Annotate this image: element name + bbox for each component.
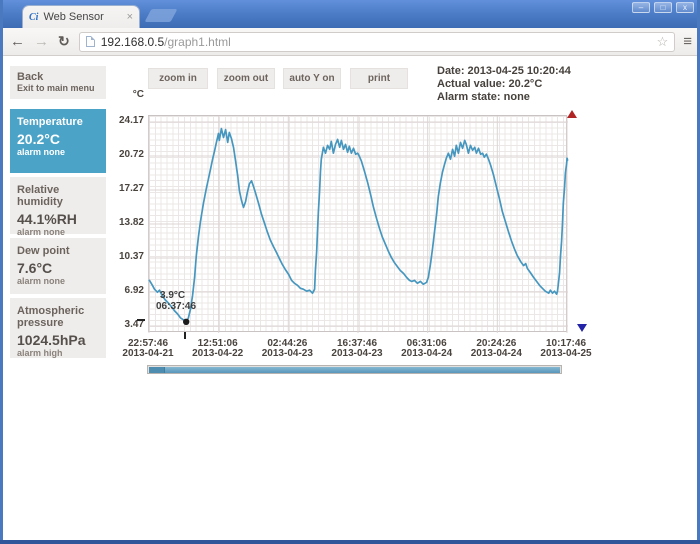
y-axis-tick-label: 20.72 <box>118 149 144 160</box>
print-button[interactable]: print <box>350 68 408 89</box>
cursor-point-marker <box>183 318 190 325</box>
status-alarm: Alarm state: none <box>437 91 530 103</box>
cursor-y-tick <box>137 319 145 321</box>
channel-alarm: alarm none <box>17 147 66 157</box>
x-axis-tick-label: 16:37:46 2013-04-23 <box>331 338 383 359</box>
browser-toolbar: ← → ↻ 192.168.0.5 /graph1.html ☆ ≡ <box>0 28 700 56</box>
channel-value: 20.2°C <box>17 131 60 147</box>
channel-label: Relative humidity <box>17 184 63 208</box>
status-date: Date: 2013-04-25 10:20:44 <box>437 65 571 77</box>
y-axis-unit: °C <box>132 89 144 100</box>
maximize-button[interactable]: □ <box>654 2 672 13</box>
x-axis-tick-label: 02:44:26 2013-04-23 <box>261 338 313 359</box>
channel-alarm: alarm none <box>17 276 66 286</box>
scrollbar-grip[interactable] <box>149 367 165 373</box>
status-value: Actual value: 20.2°C <box>437 78 543 90</box>
plot-canvas <box>148 116 569 333</box>
browser-window: Ci Web Sensor × – □ x ← → ↻ 192.168.0.5 … <box>0 0 700 544</box>
url-host: 192.168.0.5 <box>100 34 165 49</box>
plot-area[interactable] <box>148 115 569 333</box>
y-axis-tick-label: 10.37 <box>118 251 144 262</box>
sidebar-item-humidity[interactable]: Relative humidity 44.1%RH alarm none <box>10 177 106 237</box>
cursor-x-tick <box>184 332 186 339</box>
window-border-bottom <box>0 540 700 544</box>
menu-icon[interactable]: ≡ <box>683 33 692 50</box>
page-icon <box>85 36 95 47</box>
close-button[interactable]: x <box>676 2 694 13</box>
new-tab-button[interactable] <box>144 9 178 22</box>
y-scale-down-arrow[interactable] <box>577 324 587 332</box>
sidebar-item-pressure[interactable]: Atmospheric pressure 1024.5hPa alarm hig… <box>10 298 106 358</box>
back-icon[interactable]: ← <box>10 33 25 50</box>
y-scale-up-arrow[interactable] <box>567 110 577 118</box>
cursor-value-label: 3.9°C <box>160 290 186 301</box>
minimize-button[interactable]: – <box>632 2 650 13</box>
title-bar: Ci Web Sensor × – □ x <box>0 0 700 28</box>
x-axis-tick-label: 20:24:26 2013-04-24 <box>470 338 522 359</box>
zoom-out-button[interactable]: zoom out <box>217 68 275 89</box>
y-axis-tick-label: 24.17 <box>118 115 144 126</box>
sidebar-item-dew-point[interactable]: Dew point 7.6°C alarm none <box>10 238 106 294</box>
x-axis-tick-label: 12:51:06 2013-04-22 <box>192 338 244 359</box>
site-favicon: Ci <box>29 11 39 23</box>
channel-label: Atmospheric pressure <box>17 305 85 329</box>
status-block: Date: 2013-04-25 10:20:44 Actual value: … <box>437 65 571 104</box>
zoom-in-button[interactable]: zoom in <box>148 68 208 89</box>
channel-value: 7.6°C <box>17 260 53 276</box>
x-axis-tick-label: 06:31:06 2013-04-24 <box>401 338 453 359</box>
channel-label: Dew point <box>17 245 70 257</box>
page-content: Back Exit to main menu Temperature 20.2°… <box>3 56 697 540</box>
browser-tab[interactable]: Ci Web Sensor × <box>22 5 140 28</box>
time-range-scrollbar[interactable] <box>147 365 562 374</box>
x-axis-tick-label: 10:17:46 2013-04-25 <box>540 338 592 359</box>
channel-label: Temperature <box>17 116 83 128</box>
y-axis-tick-label: 6.92 <box>124 285 144 296</box>
y-axis-tick-label: 13.82 <box>118 217 144 228</box>
auto-y-button[interactable]: auto Y on <box>283 68 341 89</box>
channel-value: 44.1%RH <box>17 211 77 227</box>
channel-alarm: alarm none <box>17 227 66 237</box>
back-subtitle: Exit to main menu <box>17 83 95 93</box>
channel-alarm: alarm high <box>17 348 63 358</box>
reload-icon[interactable]: ↻ <box>58 33 70 50</box>
window-border-left <box>0 0 3 544</box>
channel-value: 1024.5hPa <box>17 332 86 348</box>
temperature-chart: °C 24.17 20.72 17.27 13.82 10.37 6.92 3.47 3.9… <box>119 89 592 359</box>
back-title: Back <box>17 71 44 83</box>
tab-title: Web Sensor <box>43 11 104 23</box>
y-axis-tick-label: 17.27 <box>118 183 144 194</box>
cursor-time-label: 06:37:46 <box>156 301 197 312</box>
scrollbar-fill <box>149 367 560 373</box>
window-controls: – □ x <box>632 2 694 13</box>
url-path: /graph1.html <box>164 34 231 49</box>
tab-close-icon[interactable]: × <box>127 11 133 23</box>
address-bar[interactable]: 192.168.0.5 /graph1.html ☆ <box>78 31 676 52</box>
sidebar-item-back[interactable]: Back Exit to main menu <box>10 66 106 99</box>
forward-icon: → <box>34 33 49 50</box>
bookmark-star-icon[interactable]: ☆ <box>657 34 669 50</box>
sidebar-item-temperature[interactable]: Temperature 20.2°C alarm none <box>10 109 106 173</box>
x-axis-tick-label: 22:57:46 2013-04-21 <box>122 338 174 359</box>
